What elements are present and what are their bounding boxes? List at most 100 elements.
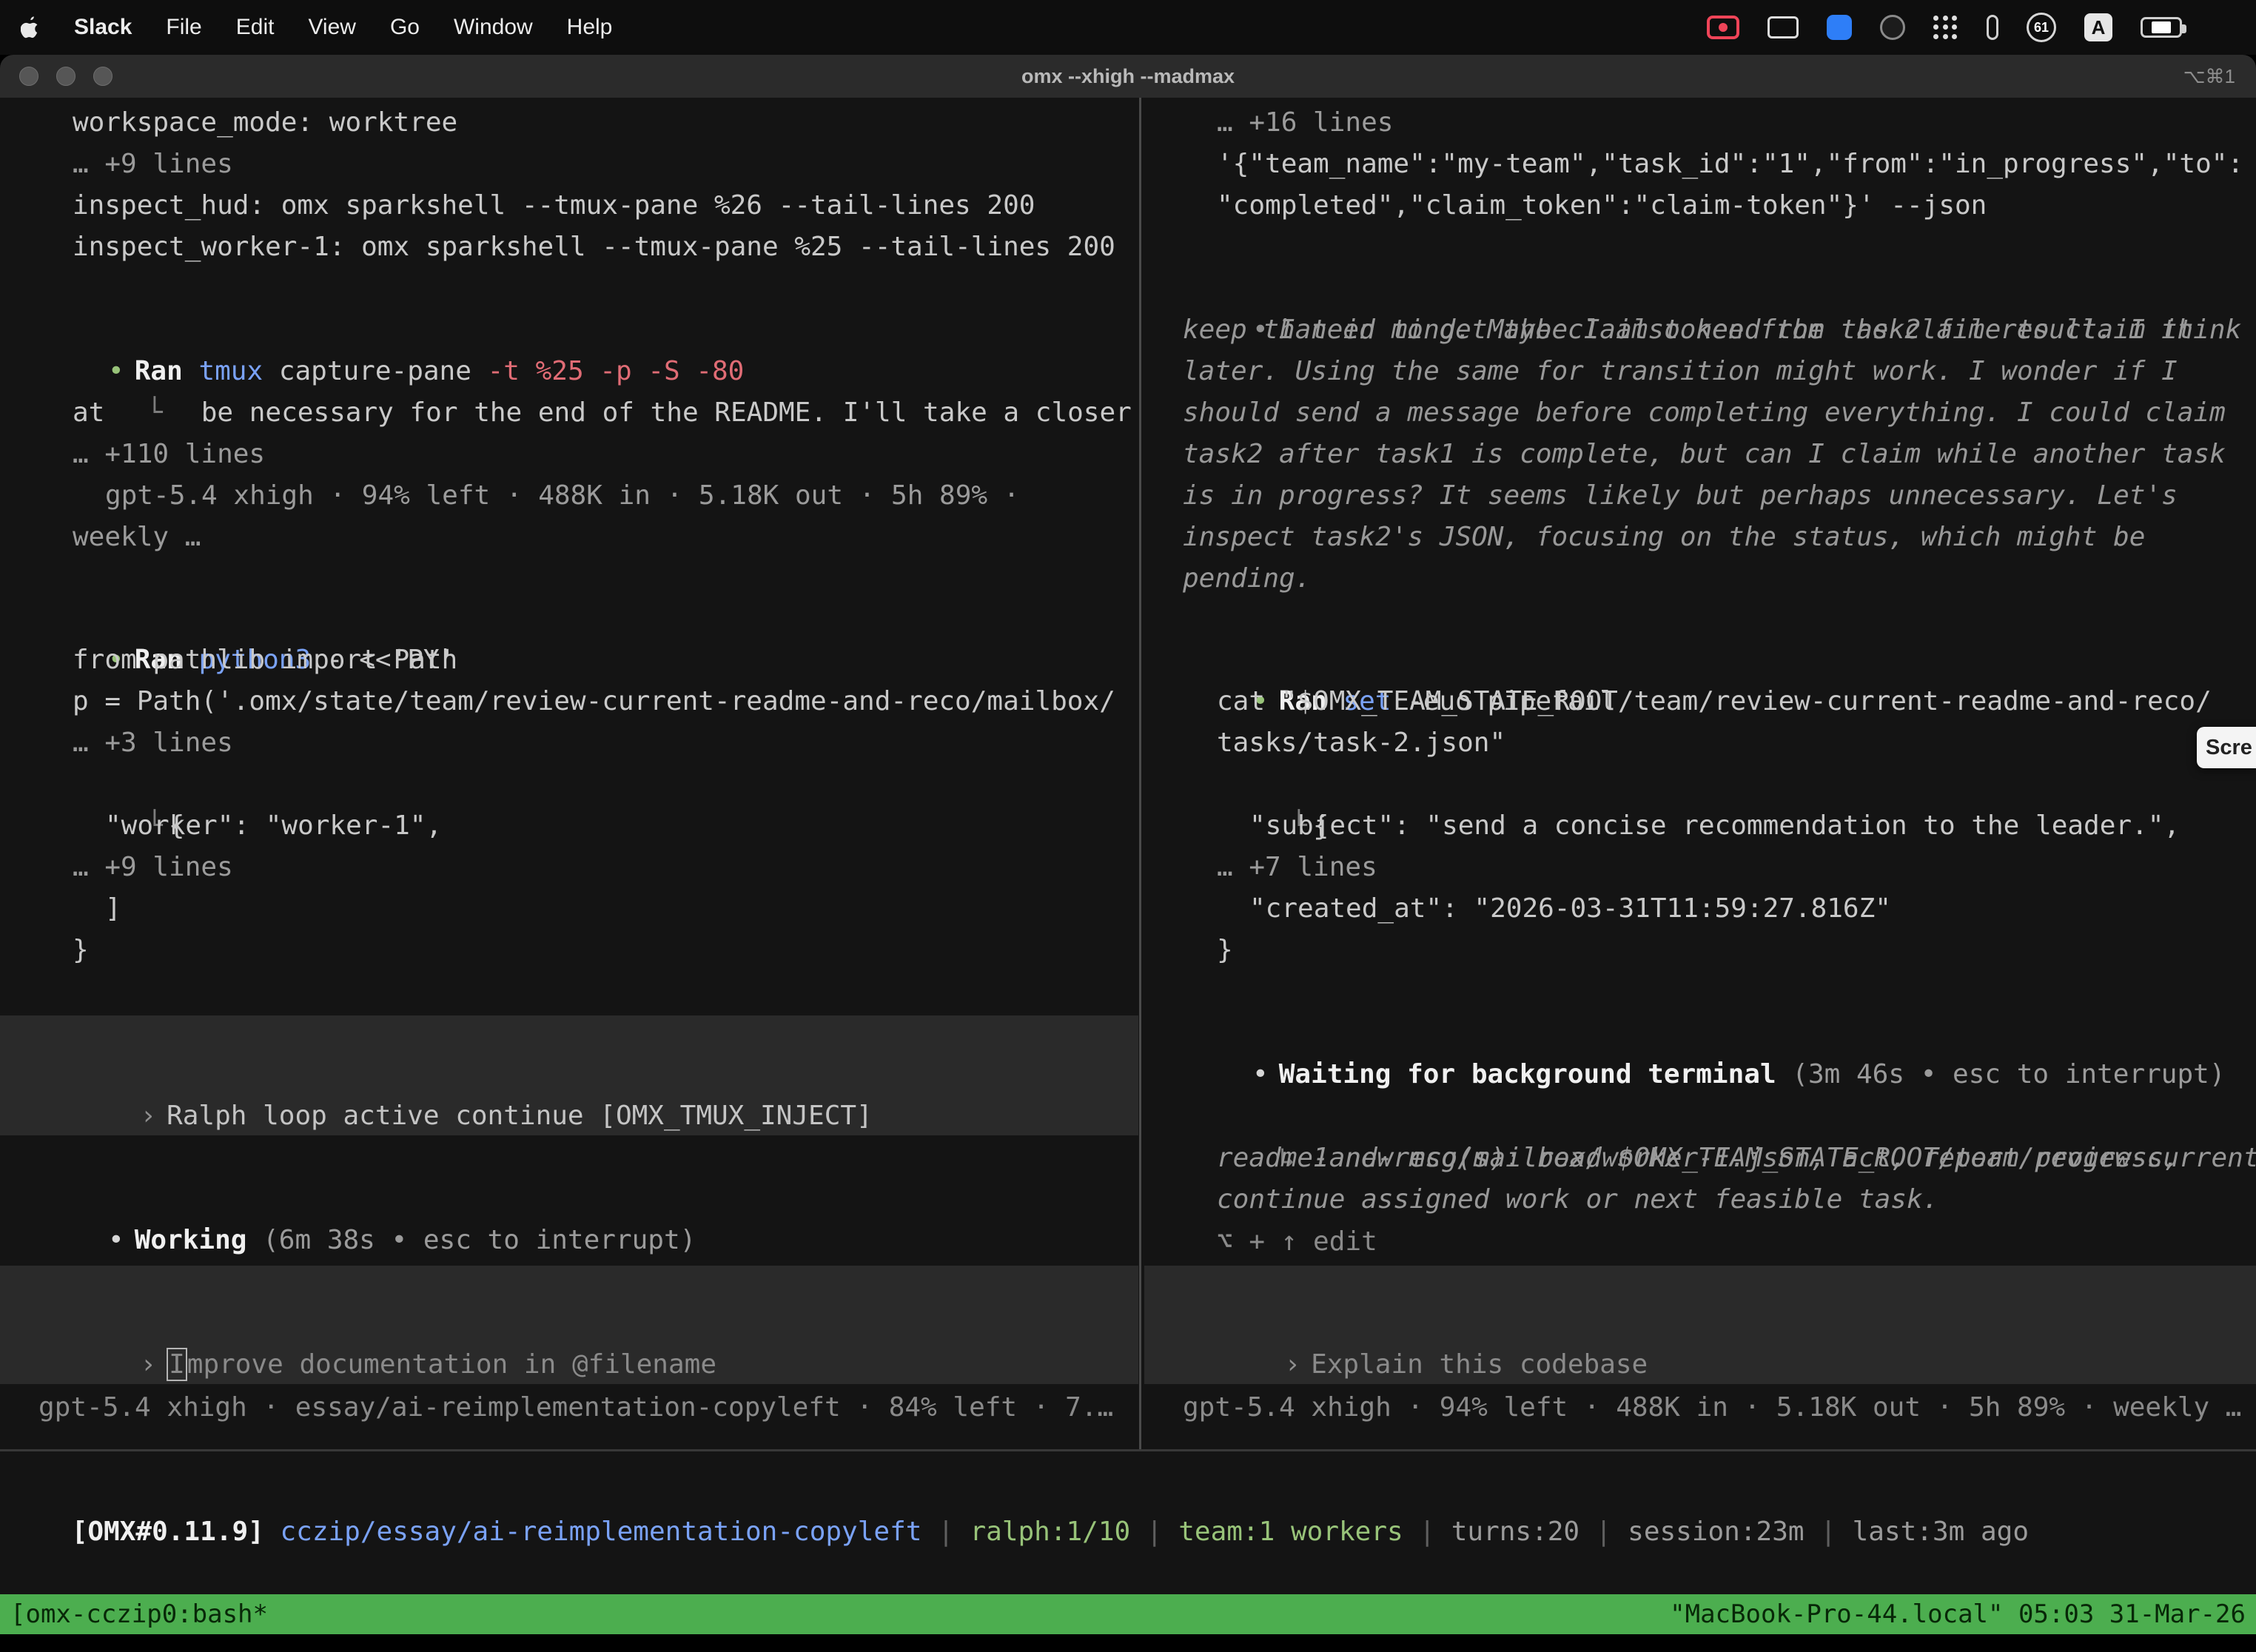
collapsed-lines-indicator: … +7 lines (1217, 847, 1377, 888)
waiting-status-line: •Waiting for background terminal (3m 46s… (1156, 1013, 2226, 1054)
config-line: inspect_hud: omx sparkshell --tmux-pane … (73, 185, 1035, 226)
result-corner-icon: └ (147, 397, 163, 428)
prompt-input-band[interactable]: › Explain this codebase (1144, 1266, 2256, 1384)
edit-hint: ⌥ + ↑ edit (1217, 1221, 1377, 1263)
thinking-line: task2 after task1 is complete, but can I… (1183, 434, 2226, 475)
config-line: workspace_mode: worktree (73, 102, 457, 144)
tmux-status-bar: [omx-cczip0:bash* "MacBook-Pro-44.local"… (0, 1594, 2256, 1634)
command-result-line: └be necessary for the end of the README.… (50, 351, 1138, 392)
thinking-line: should send a message before completing … (1183, 392, 2226, 434)
collapsed-lines-indicator: … +16 lines (1217, 102, 1393, 144)
dark-app-icon[interactable] (1880, 15, 1905, 40)
pane-divider-horizontal[interactable] (0, 1449, 2256, 1451)
menu-go[interactable]: Go (390, 15, 420, 40)
prompt-input-line: ›Improve documentation in @filename (12, 1303, 716, 1344)
last-activity: last:3m ago (1853, 1517, 2029, 1547)
tmux-session-window[interactable]: [omx-cczip0:bash* (10, 1599, 268, 1629)
screen-recording-indicator-icon[interactable] (1707, 16, 1739, 39)
menu-bar-status-icons: 61 A (1707, 13, 2235, 42)
turns-counter: turns:20 (1451, 1517, 1579, 1547)
bullet-icon: • (1252, 1059, 1269, 1089)
inject-banner: › Ralph loop active continue [OMX_TMUX_IN… (0, 1015, 1138, 1135)
thinking-line: •I need to get the claim token from the … (1156, 268, 2256, 309)
result-wrap-line: at (73, 392, 104, 434)
menu-file[interactable]: File (166, 15, 201, 40)
menu-bar-left: Slack File Edit View Go Window Help (21, 15, 612, 40)
menu-help[interactable]: Help (567, 15, 613, 40)
separator: | (921, 1517, 970, 1547)
prompt-input-band[interactable]: ›Improve documentation in @filename (0, 1266, 1138, 1384)
collapsed-lines-indicator: … +110 lines (73, 434, 265, 475)
thinking-line: later. Using the same for transition mig… (1183, 351, 2178, 392)
working-meta: (6m 38s • esc to interrupt) (246, 1225, 696, 1255)
window-title: omx --xhigh --madmax (0, 55, 2256, 98)
left-pane: workspace_mode: worktree … +9 lines insp… (0, 98, 1138, 1449)
keyboard-icon[interactable] (1767, 16, 1799, 38)
screenshot-thumbnail-overlay[interactable]: Scre (2197, 727, 2256, 768)
collapsed-lines-indicator: … +3 lines (73, 722, 233, 764)
inject-banner-line: ›Ralph loop active continue [OMX_TMUX_IN… (12, 1054, 873, 1095)
app-grid-icon[interactable] (1933, 15, 1958, 40)
right-pane: … +16 lines '{"team_name":"my-team","tas… (1144, 98, 2256, 1449)
ran-command-line: •Ran tmux capture-pane -t %25 -p -S -80 (12, 309, 744, 351)
json-line: "worker": "worker-1", (105, 805, 442, 847)
command-result-line: └{ (1195, 764, 1329, 805)
blue-app-icon[interactable] (1827, 15, 1852, 40)
session-duration: session:23m (1628, 1517, 1804, 1547)
hud-stats-line: weekly … (73, 517, 201, 558)
active-app-name[interactable]: Slack (74, 15, 132, 40)
text-cursor: I (167, 1348, 187, 1381)
mailbox-message-line: ↳1 new msg(s): read $OMX_TEAM_STATE_ROOT… (1183, 1096, 2256, 1138)
menu-window[interactable]: Window (454, 15, 533, 40)
working-label: Working (135, 1225, 247, 1255)
bullet-icon: • (108, 1225, 124, 1255)
thinking-line: inspect task2's JSON, focusing on the st… (1183, 517, 2145, 558)
prompt-chevron-icon: › (1284, 1349, 1300, 1380)
thinking-line: keep that in mind. Maybe I also need the… (1183, 309, 2193, 351)
config-line: inspect_worker-1: omx sparkshell --tmux-… (73, 226, 1115, 268)
battery-percent-circle-icon[interactable]: 61 (2027, 13, 2056, 42)
omx-status-line: [OMX#0.11.9] cczip/essay/ai-reimplementa… (7, 1470, 2029, 1594)
tmux-host-clock: "MacBook-Pro-44.local" 05:03 31-Mar-26 (1670, 1599, 2246, 1629)
menu-edit[interactable]: Edit (236, 15, 275, 40)
ran-command-line: •Ran python3 - <<'PY' (12, 598, 455, 639)
chevron-icon: › (140, 1101, 156, 1131)
pane-divider-vertical[interactable] (1139, 98, 1141, 1449)
waiting-meta: (3m 46s • esc to interrupt) (1776, 1059, 2226, 1089)
menu-bar: Slack File Edit View Go Window Help 61 A (0, 0, 2256, 55)
menu-lines-icon[interactable] (2210, 17, 2235, 38)
battery-icon[interactable] (2141, 17, 2182, 38)
collapsed-lines-indicator: … +9 lines (73, 847, 233, 888)
team-workers: team:1 workers (1178, 1517, 1403, 1547)
code-line: from pathlib import Path (73, 639, 457, 681)
separator: | (1403, 1517, 1451, 1547)
key-pill-icon[interactable] (1987, 15, 1998, 40)
json-line: } (1217, 930, 1233, 971)
input-source-icon[interactable]: A (2084, 13, 2112, 41)
mailbox-message-line: continue assigned work or next feasible … (1217, 1179, 1938, 1220)
code-line: "completed","claim_token":"claim-token"}… (1217, 185, 1987, 226)
ran-command-line: •Ran set -euo pipefail (1156, 639, 1616, 681)
session-footer: gpt-5.4 xhigh · essay/ai-reimplementatio… (38, 1387, 1113, 1428)
mailbox-message-line: readme-and-reco/mailbox/worker-1.json, a… (1217, 1138, 2179, 1179)
session-footer: gpt-5.4 xhigh · 94% left · 488K in · 5.1… (1183, 1387, 2241, 1428)
waiting-label: Waiting for background terminal (1279, 1059, 1776, 1089)
command-result-line: └{ (50, 764, 184, 805)
prompt-placeholder: Explain this codebase (1311, 1349, 1648, 1380)
inject-text: Ralph loop active continue [OMX_TMUX_INJ… (167, 1101, 873, 1131)
code-line: cat "$OMX_TEAM_STATE_ROOT/team/review-cu… (1217, 681, 2212, 722)
ralph-counter: ralph:1/10 (970, 1517, 1130, 1547)
apple-icon[interactable] (21, 16, 40, 39)
result-text: be necessary for the end of the README. … (201, 397, 1138, 428)
window-title-bar: omx --xhigh --madmax ⌥⌘1 (0, 55, 2256, 98)
menu-view[interactable]: View (308, 15, 355, 40)
prompt-input-line: ›Explain this codebase (1156, 1303, 1648, 1344)
separator: | (1805, 1517, 1853, 1547)
hud-stats-line: gpt-5.4 xhigh · 94% left · 488K in · 5.1… (105, 475, 1019, 517)
json-line: ] (105, 888, 121, 930)
code-line: tasks/task-2.json" (1217, 722, 1505, 764)
code-line: '{"team_name":"my-team","task_id":"1","f… (1217, 144, 2243, 185)
separator: | (1130, 1517, 1178, 1547)
prompt-placeholder: mprove documentation in @filename (187, 1349, 716, 1380)
json-line: "subject": "send a concise recommendatio… (1249, 805, 2180, 847)
